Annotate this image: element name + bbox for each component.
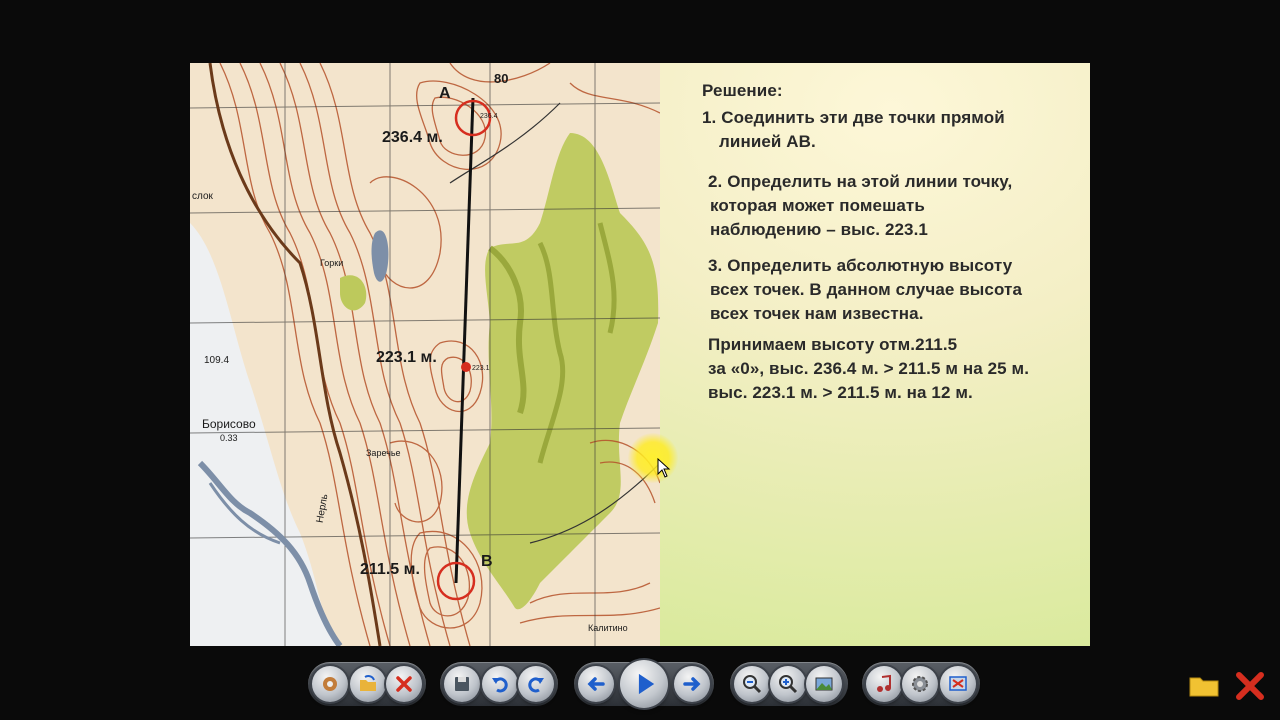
options-gear-icon <box>912 676 928 692</box>
picture-icon <box>815 677 833 691</box>
music-icon <box>877 674 891 692</box>
step-1-line-1: 1. Соединить эти две точки прямой <box>702 108 1005 127</box>
next-slide-button[interactable] <box>674 666 710 702</box>
village-zarechye: Заречье <box>366 448 401 458</box>
exit-x-icon <box>1236 672 1264 700</box>
presentation-slide: А В 236.4 м. 223.1 м. 211.5 м. 80 Борисо… <box>190 63 1090 646</box>
close-x-icon <box>396 676 412 692</box>
open-folder-icon <box>360 674 376 691</box>
elevation-left: 109.4 <box>204 355 230 366</box>
close-file-button[interactable] <box>386 666 422 702</box>
step-2-line-2: которая может помешать <box>710 196 925 215</box>
undo-button[interactable] <box>482 666 518 702</box>
elevation-mid-small: 223.1 <box>472 365 490 372</box>
zoom-out-button[interactable] <box>734 666 770 702</box>
point-a-letter: А <box>439 85 451 102</box>
step-2-line-1: 2. Определить на этой линии точку, <box>708 172 1013 191</box>
settings-button[interactable] <box>312 666 348 702</box>
next-arrow-icon <box>683 677 701 691</box>
village-borisovo-pop: 0.33 <box>220 433 238 443</box>
step-1-line-2: линией АВ. <box>719 132 816 151</box>
save-button[interactable] <box>444 666 480 702</box>
player-toolbar <box>0 650 1280 720</box>
zoom-in-button[interactable] <box>770 666 806 702</box>
solution-title: Решение: <box>702 81 783 100</box>
picture-button[interactable] <box>806 666 842 702</box>
options-button[interactable] <box>902 666 938 702</box>
open-button[interactable] <box>350 666 386 702</box>
label-point-mid-height: 223.1 м. <box>376 349 437 366</box>
fullscreen-icon <box>949 676 967 691</box>
redo-icon <box>528 677 544 693</box>
step-1: 1. Соединить эти две точки прямой линией… <box>702 106 1005 154</box>
zoom-in-icon <box>779 675 798 694</box>
step-2-line-3: наблюдению – выс. 223.1 <box>710 220 928 239</box>
step-3-line-1: 3. Определить абсолютную высоту <box>708 256 1013 275</box>
step-4-line-3: выс. 223.1 м. > 211.5 м. на 12 м. <box>708 383 973 402</box>
fullscreen-button[interactable] <box>940 666 976 702</box>
folder-button[interactable] <box>1188 672 1220 698</box>
redo-button[interactable] <box>518 666 554 702</box>
save-icon <box>455 677 469 691</box>
previous-slide-button[interactable] <box>578 666 614 702</box>
step-3: 3. Определить абсолютную высоту всех точ… <box>708 254 1022 326</box>
step-3-line-3: всех точек нам известна. <box>710 304 924 323</box>
exit-button[interactable] <box>1234 670 1266 702</box>
village-borisovo: Борисово <box>202 417 256 431</box>
point-b-letter: В <box>481 553 493 570</box>
step-4: Принимаем высоту отм.211.5 за «0», выс. … <box>708 333 1029 405</box>
village-gorki: Горки <box>320 258 344 268</box>
step-4-line-1: Принимаем высоту отм.211.5 <box>708 335 958 354</box>
play-icon <box>638 673 655 695</box>
village-kalitino: Калитино <box>588 623 628 633</box>
undo-icon <box>492 677 508 693</box>
label-point-a-height: 236.4 м. <box>382 129 443 146</box>
side-label: слок <box>192 191 213 202</box>
settings-icon <box>323 677 337 691</box>
music-button[interactable] <box>866 666 902 702</box>
step-3-line-2: всех точек. В данном случае высота <box>710 280 1023 299</box>
elevation-a-small: 236.4 <box>480 113 498 120</box>
step-2: 2. Определить на этой линии точку, котор… <box>708 170 1012 242</box>
mouse-pointer-icon <box>657 458 671 478</box>
zoom-out-icon <box>743 675 762 694</box>
grid-number: 80 <box>494 71 509 86</box>
prev-arrow-icon <box>587 677 605 691</box>
label-point-b-height: 211.5 м. <box>360 561 420 578</box>
step-4-line-2: за «0», выс. 236.4 м. > 211.5 м на 25 м. <box>708 359 1030 378</box>
play-button[interactable] <box>620 660 668 708</box>
folder-icon <box>1189 677 1219 697</box>
